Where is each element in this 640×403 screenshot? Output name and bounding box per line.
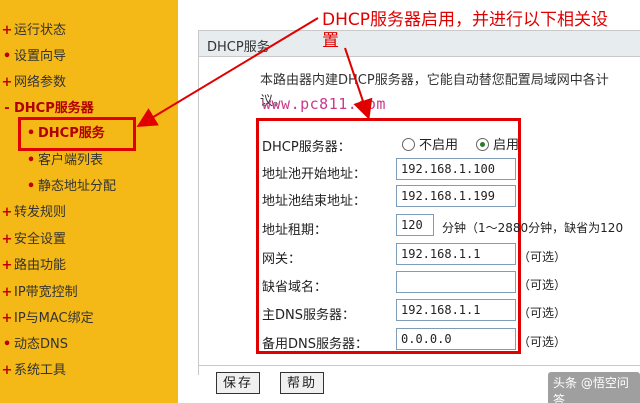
domain-row: 缺省域名： （可选） [262,271,640,297]
gateway-hint: （可选） [518,250,567,264]
annotation-line1: DHCP服务器启用，并进行以下相关设 [322,10,608,30]
sidebar-item-label: 静态地址分配 [38,179,117,194]
sidebar-item-routing[interactable]: + 路由功能 [0,255,66,277]
help-button[interactable]: 帮助 [280,372,325,394]
pool-end-row: 地址池结束地址： [262,185,640,211]
sidebar-item-system-tools[interactable]: + 系统工具 [0,360,66,382]
gateway-row: 网关： （可选） [262,243,640,269]
dhcp-disable-radio[interactable]: 不启用 [402,134,458,153]
sidebar-item-security[interactable]: + 安全设置 [0,229,66,251]
sidebar-item-label: 客户端列表 [38,153,104,168]
sidebar-item-setup-wizard[interactable]: • 设置向导 [0,46,66,68]
dns1-hint: （可选） [518,306,567,320]
lease-label: 地址租期： [262,223,328,238]
site-watermark: www.pc811.com [262,95,386,113]
sidebar-item-label: IP带宽控制 [14,285,78,300]
footer-divider [199,365,640,366]
radio-on-icon [476,138,489,151]
sidebar-menu: + 运行状态 • 设置向导 + 网络参数 - DHCP服务器 • DHCP服务 • 客户端列… [0,0,178,403]
save-button[interactable]: 保存 [216,372,261,394]
panel-header: DHCP服务 [199,31,640,57]
sidebar-item-label: 系统工具 [14,363,67,378]
description-line: 本路由器内建DHCP服务器，它能自动替您配置局域网中各计 [260,73,609,88]
source-logo: 头条 @悟空问答 [548,372,640,403]
dhcp-enable-radio[interactable]: 启用 [476,134,519,153]
page-title: DHCP服务 [207,40,270,55]
sidebar-item-forwarding[interactable]: + 转发规则 [0,202,66,224]
lease-input[interactable] [396,214,434,236]
lease-row: 地址租期： 分钟（1～2880分钟，缺省为120 [262,214,640,240]
dns1-label: 主DNS服务器： [262,308,355,323]
sidebar-item-ddns[interactable]: • 动态DNS [0,334,68,356]
sidebar-item-ip-mac-binding[interactable]: + IP与MAC绑定 [0,308,94,330]
sidebar-item-status[interactable]: + 运行状态 [0,20,66,42]
lease-hint: 分钟（1～2880分钟，缺省为120 [442,221,624,235]
sidebar-item-static-address[interactable]: • 静态地址分配 [24,176,116,198]
sidebar-item-label: IP与MAC绑定 [14,311,94,326]
gateway-input[interactable] [396,243,516,265]
gateway-label: 网关： [262,252,302,267]
domain-input[interactable] [396,271,516,293]
domain-hint: （可选） [518,278,567,292]
dns2-row: 备用DNS服务器： （可选） [262,328,640,354]
sidebar-item-label: 网络参数 [14,75,67,90]
sidebar-item-label: 安全设置 [14,232,67,247]
sidebar-item-label: DHCP服务器 [14,101,94,116]
dns1-row: 主DNS服务器： （可选） [262,299,640,325]
dns1-input[interactable] [396,299,516,321]
radio-off-icon [402,138,415,151]
sidebar-item-network[interactable]: + 网络参数 [0,72,66,94]
sidebar-item-client-list[interactable]: • 客户端列表 [24,150,103,172]
sidebar-item-label: 路由功能 [14,258,67,273]
sidebar-item-label: 运行状态 [14,23,67,38]
annotation-line2: 置 [322,31,339,51]
dhcp-server-label: DHCP服务器： [262,140,351,155]
dns2-input[interactable] [396,328,516,350]
sidebar-item-label: 动态DNS [14,337,68,352]
pool-start-row: 地址池开始地址： [262,158,640,184]
sidebar-item-label: 转发规则 [14,205,67,220]
domain-label: 缺省域名： [262,280,328,295]
dns2-hint: （可选） [518,335,567,349]
dns2-label: 备用DNS服务器： [262,337,368,352]
pool-end-input[interactable] [396,185,516,207]
pool-start-label: 地址池开始地址： [262,167,367,182]
sidebar-item-label: 设置向导 [14,49,67,64]
dhcp-server-row: DHCP服务器： 不启用 启用 [262,131,640,157]
pool-start-input[interactable] [396,158,516,180]
selection-highlight-box [18,117,136,151]
pool-end-label: 地址池结束地址： [262,194,367,209]
sidebar-item-bandwidth[interactable]: + IP带宽控制 [0,282,78,304]
